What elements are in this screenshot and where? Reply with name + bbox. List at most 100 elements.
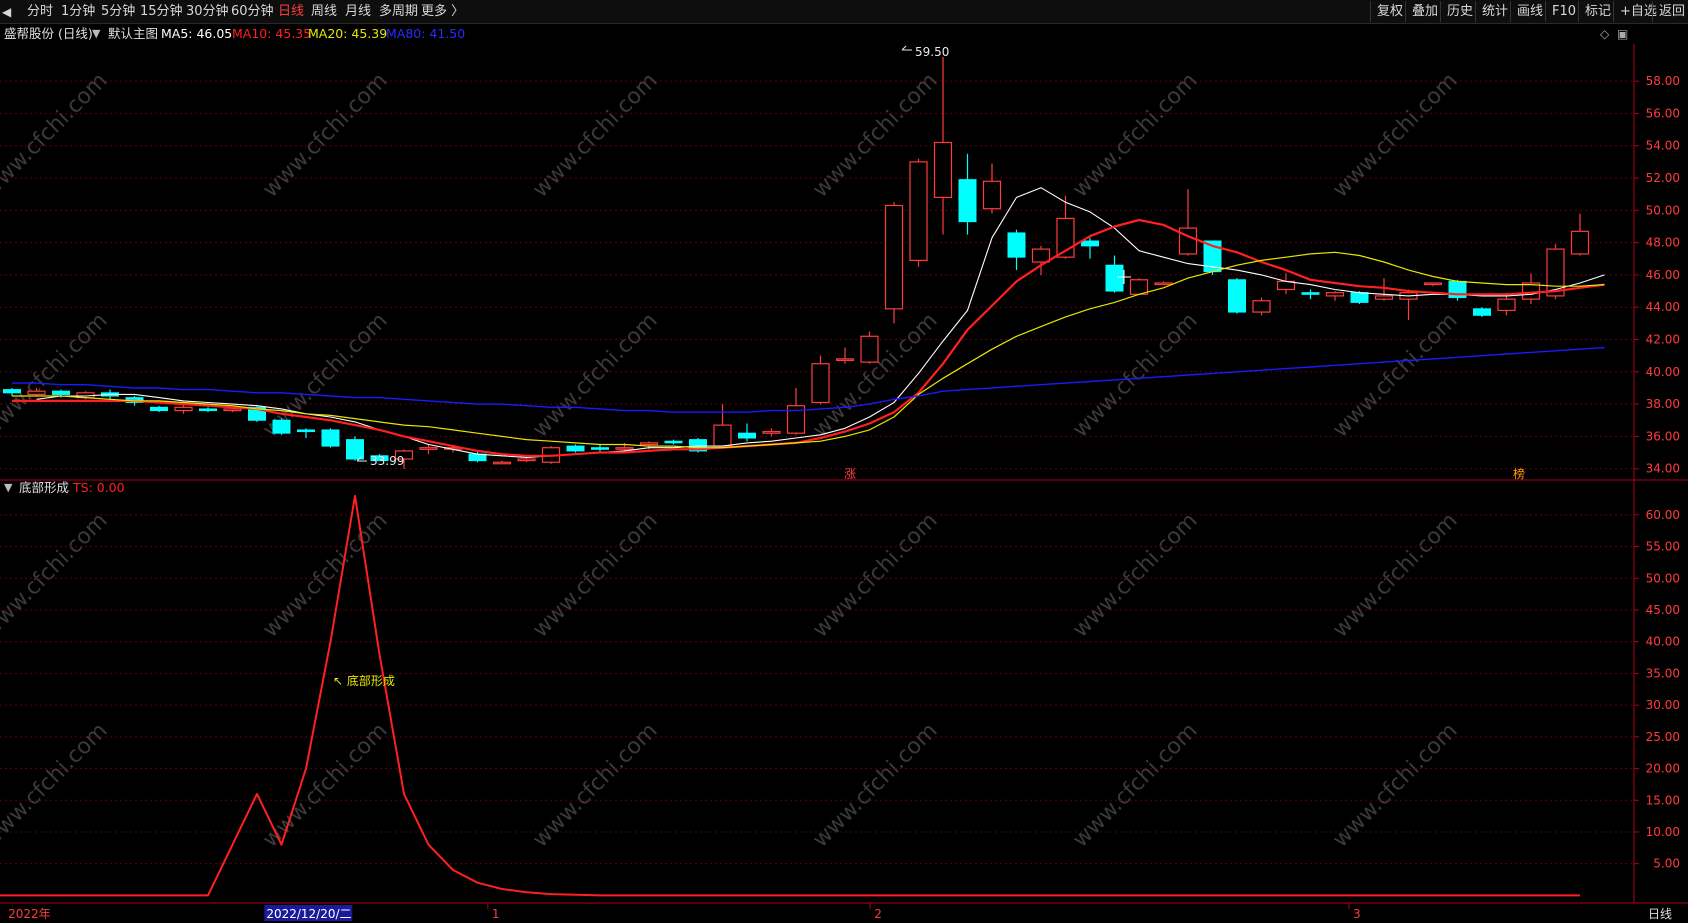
candle-up[interactable] [786, 387, 806, 435]
low-price-label: 33.99 [370, 454, 404, 468]
candle-up[interactable] [811, 355, 830, 405]
stock-title: 盛帮股份 (日线) [4, 26, 93, 41]
y-tick-label: 56.00 [1646, 106, 1680, 120]
x-tick-label: 2022年 [8, 907, 51, 921]
y-tick-label: 20.00 [1646, 762, 1680, 776]
y-tick-label: 36.00 [1646, 429, 1680, 443]
y-tick-label: 40.00 [1646, 635, 1680, 649]
candle-up[interactable] [860, 331, 879, 364]
bang-marker: 榜 [1513, 466, 1525, 481]
y-tick-label: 10.00 [1646, 825, 1680, 839]
candle-up[interactable] [1031, 245, 1051, 275]
candle-up[interactable] [909, 158, 928, 267]
y-tick-label: 25.00 [1646, 730, 1680, 744]
candle-down[interactable] [591, 444, 609, 453]
zhang-marker: 涨 [844, 466, 856, 481]
candle-down[interactable] [1007, 229, 1026, 271]
candle-down[interactable] [1105, 255, 1124, 293]
ma10-value: MA10: 45.35 [232, 26, 312, 41]
sub-indicator-name[interactable]: 底部形成 [19, 478, 69, 498]
watermark-text: www.cfchi.com [0, 508, 113, 642]
x-tick-label: 2 [874, 907, 882, 921]
candle-down[interactable] [199, 407, 217, 413]
y-tick-label: 50.00 [1646, 571, 1680, 585]
candle-up[interactable] [1154, 281, 1173, 286]
y-tick-label: 48.00 [1646, 236, 1680, 250]
candle-up[interactable] [1252, 297, 1271, 316]
y-tick-label: 34.00 [1646, 462, 1680, 476]
candle-down[interactable] [664, 439, 683, 445]
candle-up[interactable] [517, 457, 536, 463]
candle-down[interactable] [150, 405, 168, 413]
candle-down[interactable] [272, 418, 291, 435]
high-pointer-icon [901, 45, 912, 51]
chevron-down-icon[interactable]: ▼ [92, 24, 100, 44]
y-tick-label: 42.00 [1646, 333, 1680, 347]
watermark-text: www.cfchi.com [808, 508, 942, 642]
candle-up[interactable] [713, 404, 732, 448]
y-tick-label: 30.00 [1646, 698, 1680, 712]
main-pane-header: 盛帮股份 (日线) ▼ 默认主图 MA5: 46.05 MA10: 45.35 … [0, 24, 1630, 44]
candle-up[interactable] [884, 202, 904, 324]
y-tick-label: 35.00 [1646, 666, 1680, 680]
y-tick-label: 40.00 [1646, 365, 1680, 379]
x-tick-label: 1 [492, 907, 500, 921]
candle-up[interactable] [1178, 189, 1198, 256]
watermark-text: www.cfchi.com [1068, 508, 1202, 642]
watermark-text: www.cfchi.com [258, 68, 392, 202]
watermark-text: www.cfchi.com [1328, 508, 1462, 642]
watermark-text: www.cfchi.com [528, 68, 662, 202]
ma80-value: MA80: 41.50 [386, 26, 466, 41]
candle-down[interactable] [566, 444, 585, 453]
candle-down[interactable] [738, 423, 756, 442]
watermark-text: www.cfchi.com [0, 68, 113, 202]
y-tick-label: 44.00 [1646, 300, 1680, 314]
y-tick-label: 60.00 [1646, 508, 1680, 522]
watermark-text: www.cfchi.com [1328, 308, 1462, 442]
candle-down[interactable] [958, 153, 977, 235]
candle-up[interactable] [835, 347, 855, 364]
y-tick-label: 55.00 [1646, 540, 1680, 554]
bottom-formation-label: ↖ 底部形成 [333, 673, 395, 688]
candle-up[interactable] [1129, 278, 1149, 295]
chart-canvas[interactable]: www.cfchi.com www.cfchi.com www.cfchi.com w… [0, 0, 1688, 923]
y-tick-label: 54.00 [1646, 139, 1680, 153]
chevron-down-icon[interactable]: ▼ [4, 478, 12, 498]
y-tick-label: 50.00 [1646, 203, 1680, 217]
x-axis-labels: 2022年 2022/12/20/二 1 2 3 日线 [8, 903, 1672, 921]
y-tick-label: 38.00 [1646, 397, 1680, 411]
candle-down[interactable] [1448, 279, 1467, 301]
candle-up[interactable] [1521, 273, 1541, 304]
y-tick-label: 5.00 [1653, 857, 1680, 871]
candle-up[interactable] [1570, 213, 1590, 256]
watermark-text: www.cfchi.com [0, 308, 113, 442]
candle-up[interactable] [1325, 291, 1345, 301]
candle-up[interactable] [1423, 282, 1443, 287]
watermark-text: www.cfchi.com [528, 508, 662, 642]
ma20-value: MA20: 45.39 [308, 26, 388, 41]
window-toggle-icon[interactable]: ▣ [1617, 24, 1628, 44]
indicator-name[interactable]: 默认主图 [108, 24, 158, 44]
main-y-axis: 34.00 36.00 38.00 40.00 42.00 44.00 46.00 48.00… [1634, 74, 1680, 476]
ts-value: TS: 0.00 [73, 480, 125, 495]
candle-up[interactable] [762, 428, 781, 437]
diamond-icon[interactable]: ◇ [1600, 24, 1609, 44]
candle-up[interactable] [1399, 289, 1418, 321]
y-tick-label: 46.00 [1646, 268, 1680, 282]
candle-up[interactable] [1056, 195, 1075, 259]
candle-down[interactable] [1228, 278, 1246, 314]
candle-up[interactable] [492, 460, 512, 465]
candle-up[interactable] [982, 163, 1002, 214]
y-tick-label: 58.00 [1646, 74, 1680, 88]
candle-up[interactable] [1276, 273, 1296, 295]
watermark-text: www.cfchi.com [1068, 68, 1202, 202]
y-tick-label: 15.00 [1646, 793, 1680, 807]
y-tick-label: 45.00 [1646, 603, 1680, 617]
period-label: 日线 [1648, 907, 1672, 921]
candle-down[interactable] [1301, 289, 1320, 300]
x-tick-label: 2022/12/20/二 [266, 907, 351, 921]
candle-down[interactable] [321, 428, 340, 448]
high-price-label: 59.50 [915, 45, 949, 59]
watermark-layer: www.cfchi.com www.cfchi.com www.cfchi.com w… [0, 68, 1463, 852]
candle-down[interactable] [1473, 307, 1491, 317]
